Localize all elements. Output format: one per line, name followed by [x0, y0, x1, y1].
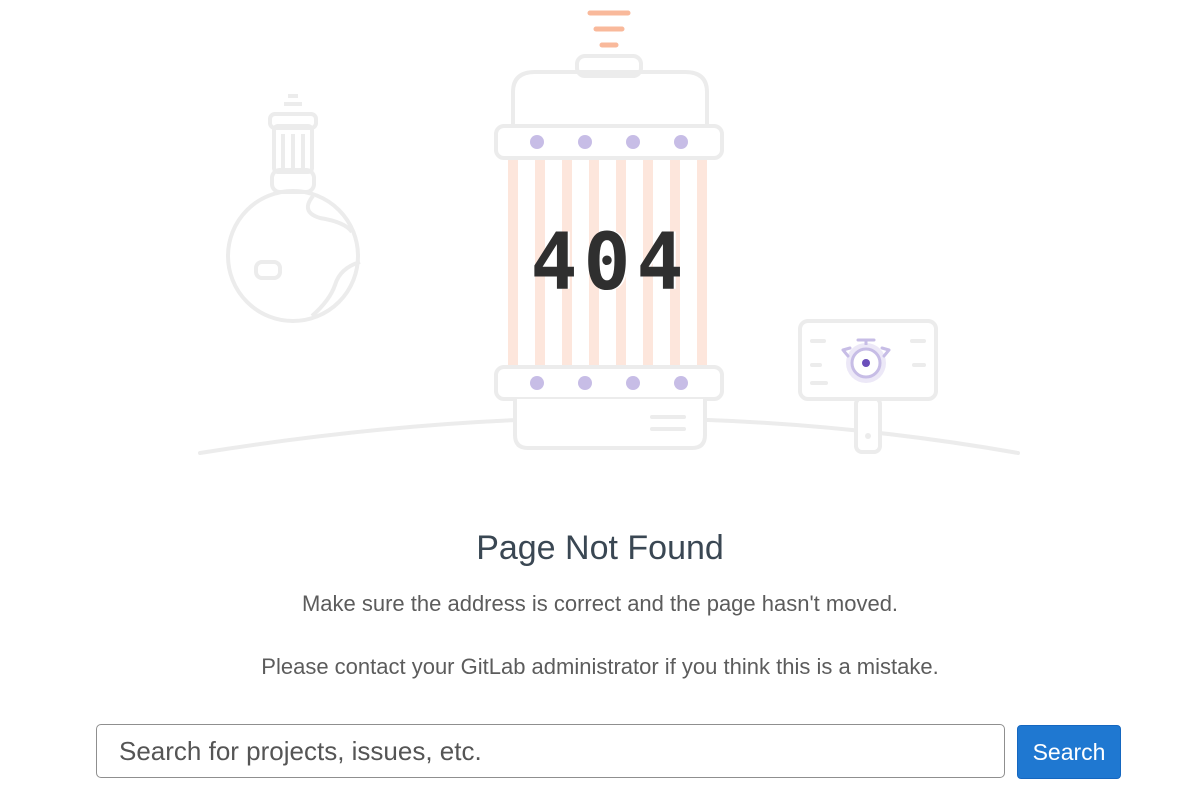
planet-icon	[226, 94, 361, 323]
contact-message: Please contact your GitLab administrator…	[261, 654, 939, 679]
search-input[interactable]	[96, 724, 1005, 778]
antenna-beacon-icon	[587, 10, 631, 48]
error-page: 404 Page Not Found Make sure the address…	[0, 0, 1200, 804]
error-message: Make sure the address is correct and the…	[301, 591, 899, 616]
error-code: 404	[530, 218, 690, 308]
search-form: Search	[96, 724, 1121, 780]
page-title: Page Not Found	[476, 529, 724, 567]
search-button[interactable]: Search	[1017, 725, 1121, 779]
signpost-icon	[798, 319, 938, 454]
